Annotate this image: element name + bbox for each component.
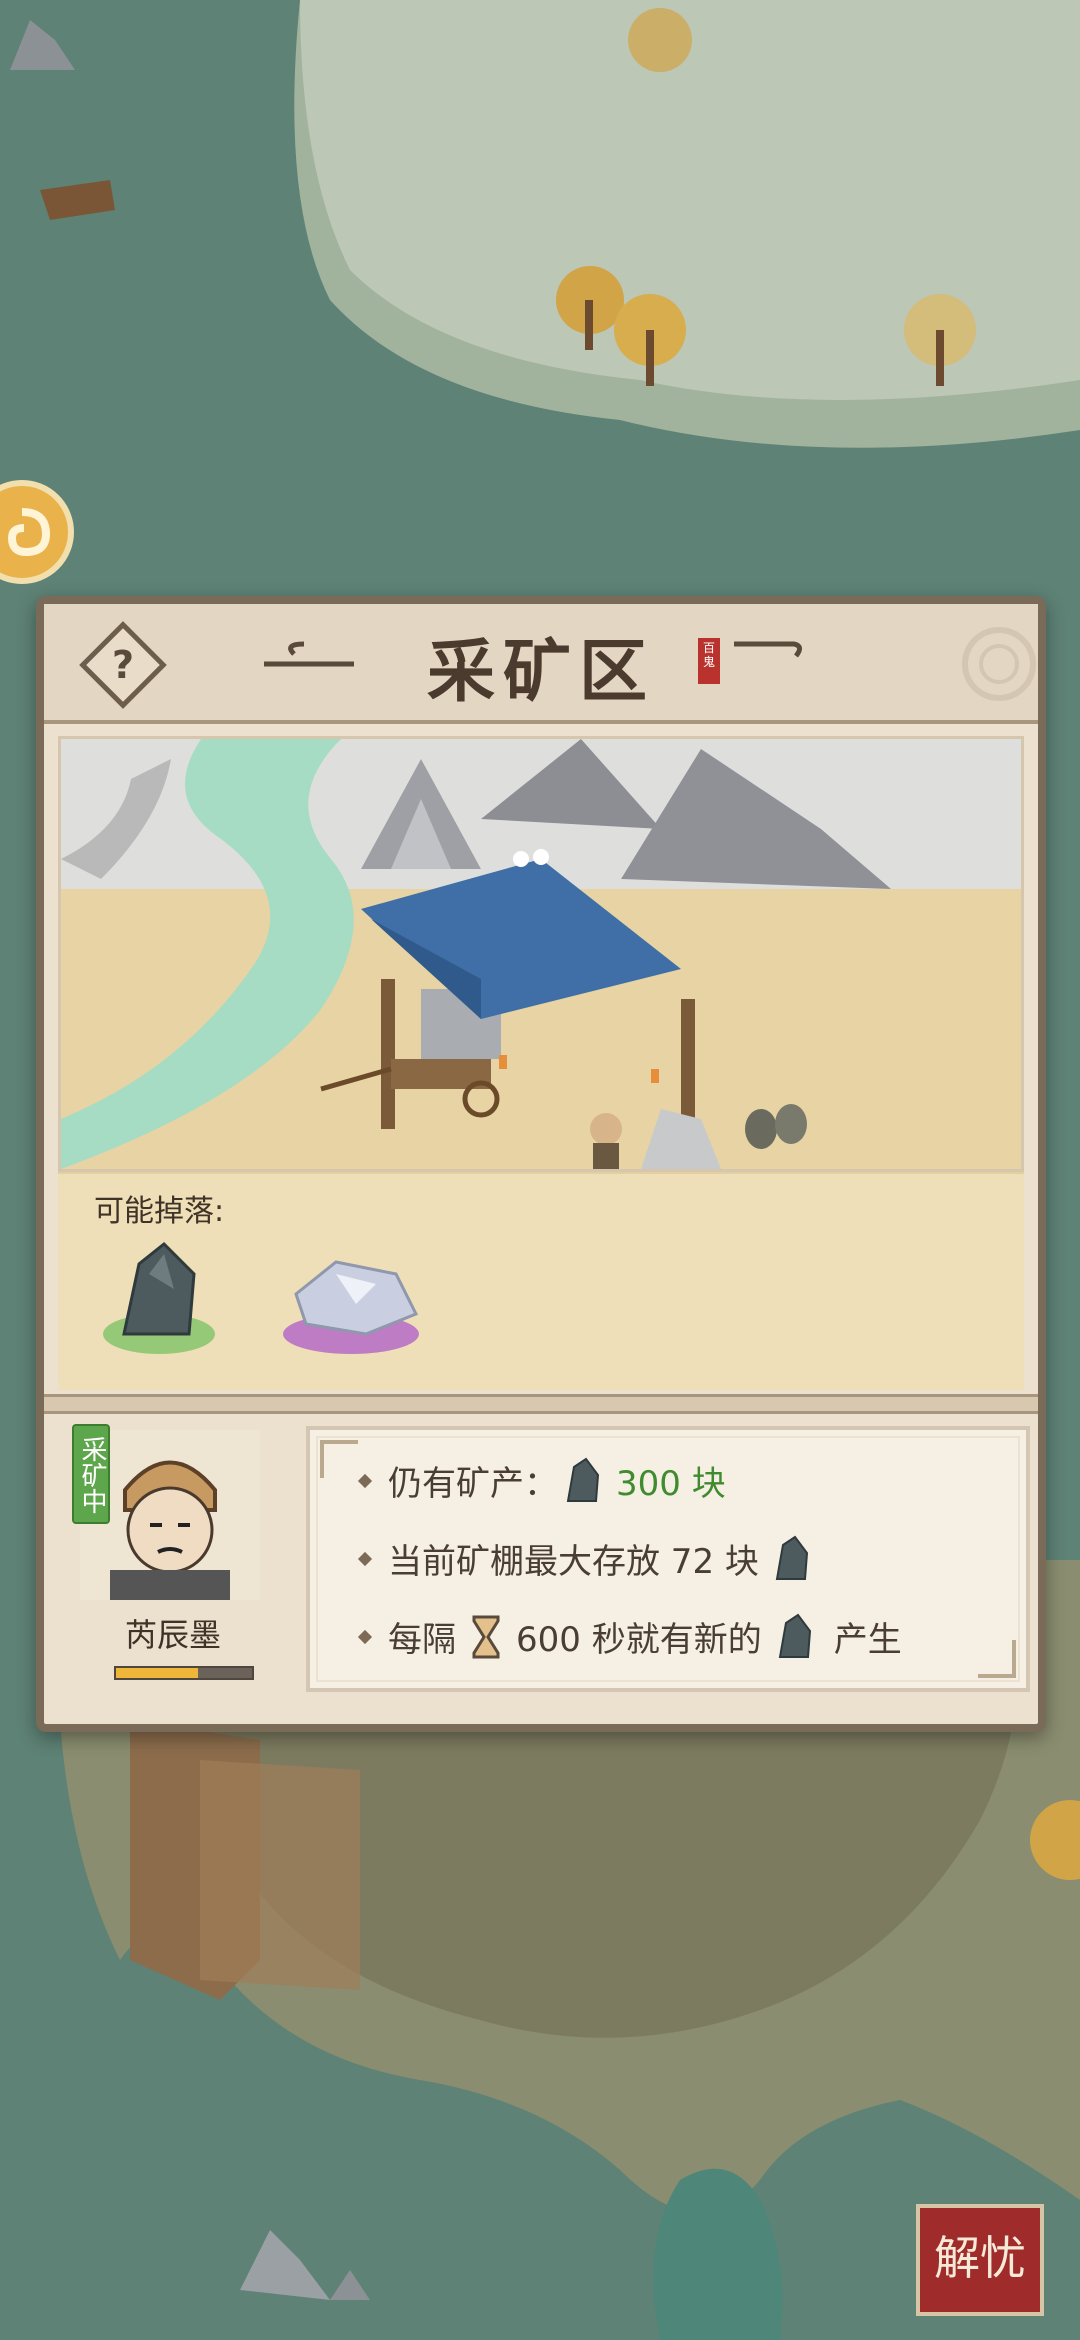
- worker-progress-bar: [114, 1666, 254, 1680]
- jieyou-button[interactable]: 解忧: [916, 2204, 1044, 2316]
- max-storage-line: 当前矿棚最大存放 72 块: [357, 1534, 817, 1583]
- worker-name: 芮辰墨: [124, 1616, 221, 1654]
- remaining-ore-label: 仍有矿产：: [388, 1464, 558, 1504]
- hourglass-icon: [472, 1615, 500, 1658]
- max-storage-text: 当前矿棚最大存放 72 块: [388, 1542, 759, 1582]
- corner-ornament: [978, 1640, 1016, 1678]
- corner-ornament: [320, 1440, 358, 1478]
- ore-icon: [775, 1535, 808, 1580]
- section-divider: [44, 1394, 1038, 1414]
- bullet-icon: [357, 1473, 373, 1488]
- dark-ore-drop[interactable]: [94, 1234, 224, 1364]
- possible-drops-panel: 可能掉落:: [58, 1172, 1024, 1390]
- worker-card: 采矿中 芮辰墨: [58, 1416, 288, 1706]
- ore-icon: [778, 1613, 811, 1658]
- mining-scene-art: [61, 739, 1021, 1169]
- bullet-icon: [357, 1551, 373, 1566]
- swirl-icon: [7, 508, 51, 557]
- progress-fill: [116, 1668, 198, 1678]
- production-interval: 600 秒就有新的: [516, 1620, 762, 1660]
- dialog-header: ? 采矿区 百鬼: [44, 604, 1038, 724]
- remaining-ore-value: 300 块: [616, 1464, 726, 1504]
- mining-area-dialog: ? 采矿区 百鬼 可能掉落: 采矿中 芮辰墨 仍有矿产： 300 块 当前矿棚最…: [36, 596, 1046, 1732]
- mining-scene: [58, 736, 1024, 1172]
- bullet-icon: [357, 1629, 373, 1644]
- production-rate-line: 每隔 600 秒就有新的 产生: [357, 1612, 902, 1661]
- dark-ore-icon: [103, 1241, 215, 1354]
- dialog-title: 采矿区: [426, 632, 655, 712]
- title-seal: 百鬼: [698, 638, 720, 684]
- side-menu-button[interactable]: [0, 480, 74, 584]
- silver-ore-icon: [283, 1260, 419, 1354]
- ore-icon: [566, 1457, 600, 1502]
- production-prefix: 每隔: [388, 1620, 456, 1660]
- silver-ore-drop[interactable]: [276, 1234, 426, 1364]
- remaining-ore-line: 仍有矿产： 300 块: [357, 1456, 726, 1505]
- mine-info-box: 仍有矿产： 300 块 当前矿棚最大存放 72 块 每隔 600 秒就有新的 产…: [306, 1426, 1030, 1692]
- production-suffix: 产生: [833, 1620, 902, 1660]
- drops-label: 可能掉落:: [94, 1194, 225, 1229]
- mining-status-badge: 采矿中: [72, 1424, 110, 1524]
